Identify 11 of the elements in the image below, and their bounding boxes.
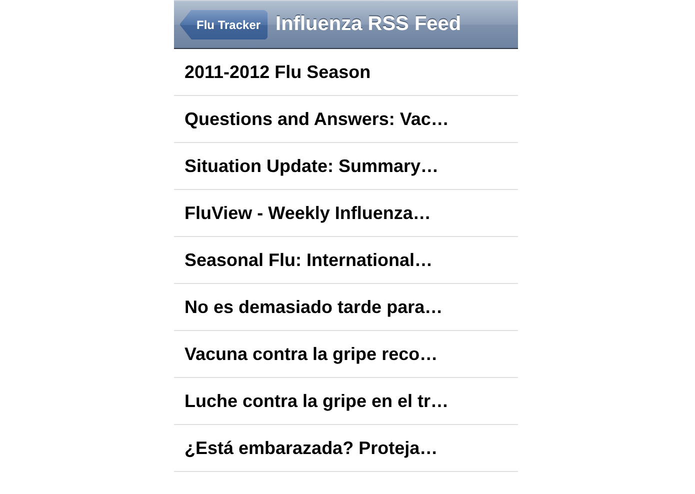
feed-list-item[interactable]: ¿Está embarazada? Proteja… xyxy=(174,425,518,472)
navigation-title: Influenza RSS Feed xyxy=(276,13,462,36)
feed-list-item[interactable]: No es demasiado tarde para… xyxy=(174,284,518,331)
feed-list-item[interactable]: Vacuna contra la gripe reco… xyxy=(174,331,518,378)
feed-list-item[interactable]: Situation Update: Summary… xyxy=(174,143,518,190)
feed-list-item[interactable]: FluView - Weekly Influenza… xyxy=(174,190,518,237)
feed-list-item[interactable]: Questions and Answers: Vac… xyxy=(174,96,518,143)
back-button[interactable]: Flu Tracker xyxy=(180,10,268,40)
feed-list-item[interactable]: 2011-2012 Flu Season xyxy=(174,49,518,96)
feed-list-item[interactable]: Seasonal Flu: International… xyxy=(174,237,518,284)
feed-list-item[interactable]: Luche contra la gripe en el tr… xyxy=(174,378,518,425)
